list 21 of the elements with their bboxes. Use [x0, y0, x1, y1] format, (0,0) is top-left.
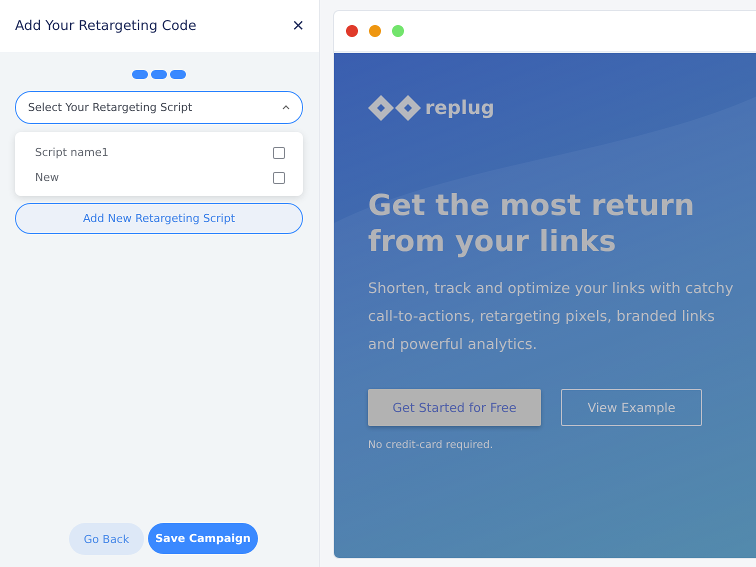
- checkbox[interactable]: [273, 172, 285, 184]
- hero-description: Shorten, track and optimize your links with catchy call-to-actions, retargeting pixels, branded links and powerful analytics.: [368, 280, 734, 355]
- minimize-dot-icon[interactable]: [369, 25, 381, 37]
- go-back-button[interactable]: Go Back: [69, 523, 144, 555]
- script-option[interactable]: New: [35, 171, 59, 184]
- save-campaign-button[interactable]: Save Campaign: [148, 523, 258, 554]
- script-select[interactable]: Select Your Retargeting Script: [15, 91, 303, 124]
- close-dot-icon[interactable]: [346, 25, 358, 37]
- maximize-dot-icon[interactable]: [392, 25, 404, 37]
- chevron-icon: [282, 105, 290, 110]
- note-text: No credit-card required.: [368, 439, 494, 451]
- add-script-button[interactable]: Add New Retargeting Script: [15, 203, 303, 234]
- script-option[interactable]: Script name1: [35, 146, 109, 159]
- panel-title: Add Your Retargeting Code: [15, 18, 196, 34]
- step-indicator-drawing: [132, 70, 186, 79]
- close-button[interactable]: ×: [292, 16, 304, 36]
- brand-name: replug: [425, 97, 494, 119]
- view-example-button[interactable]: View Example: [561, 389, 702, 426]
- get-started-button[interactable]: Get Started for Free: [368, 389, 541, 426]
- checkbox[interactable]: [273, 146, 285, 158]
- hero-headline: Get the most return from your links: [368, 187, 696, 259]
